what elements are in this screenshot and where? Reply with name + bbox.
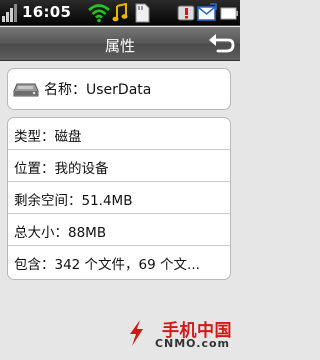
property-free-space: 剩余空间：51.4MB [14, 193, 133, 209]
watermark-en: CNMO.com [154, 337, 230, 350]
cnmo-logo-icon [130, 320, 143, 346]
property-total-size-row: 总大小：88MB [8, 214, 230, 246]
signal-icon [2, 4, 17, 22]
volume-name: 名称：UserData [44, 82, 152, 98]
property-contents-row: 包含：342 个文件，69 个文... [8, 246, 230, 278]
status-bar: 16:05 [0, 0, 240, 26]
title-bar: 属性 [0, 27, 240, 61]
property-free-space-row: 剩余空间：51.4MB [8, 182, 230, 214]
music-note-icon [112, 3, 128, 22]
message-icon [197, 3, 217, 21]
back-arrow-icon[interactable] [206, 30, 236, 58]
properties-list: 类型：磁盘 位置：我的设备 剩余空间：51.4MB 总大小：88MB 包含：34… [7, 117, 231, 280]
property-location-row: 位置：我的设备 [8, 150, 230, 182]
status-time: 16:05 [22, 3, 72, 21]
name-panel: 名称：UserData [7, 68, 231, 110]
property-location: 位置：我的设备 [14, 161, 109, 177]
battery-icon [220, 7, 238, 20]
property-type: 类型：磁盘 [14, 129, 82, 145]
property-contents: 包含：342 个文件，69 个文... [14, 257, 200, 273]
name-row: 名称：UserData [8, 69, 230, 109]
property-type-row: 类型：磁盘 [8, 118, 230, 150]
property-total-size: 总大小：88MB [14, 225, 107, 241]
sd-card-icon [135, 3, 150, 23]
page-title: 属性 [104, 37, 135, 55]
wifi-icon [88, 4, 110, 23]
alert-icon [177, 5, 195, 21]
watermark-logo: 手机中国 CNMO.com [126, 316, 232, 352]
hard-drive-icon [13, 83, 39, 97]
